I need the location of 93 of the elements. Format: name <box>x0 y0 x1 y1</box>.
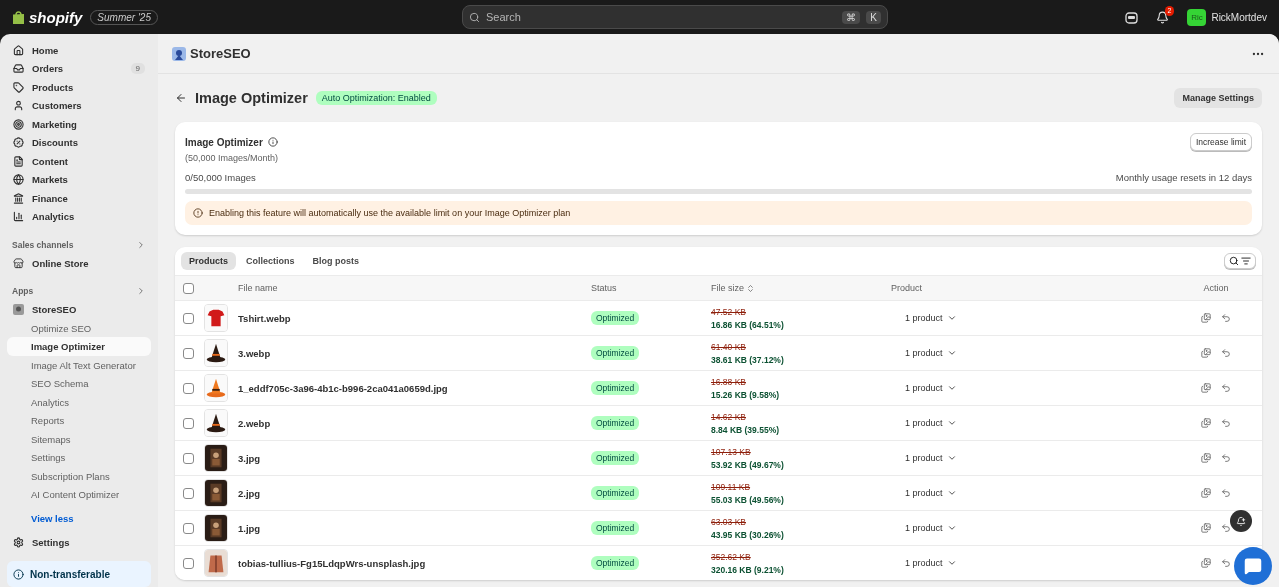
status-badge: Optimized <box>591 556 640 570</box>
status-badge: Optimized <box>591 311 640 325</box>
optimized-size: 16.86 KB (64.51%) <box>711 319 785 330</box>
nav-item[interactable]: Online Store <box>7 254 151 273</box>
original-size: 14.62 KB <box>711 411 747 422</box>
nav-item[interactable]: Discounts <box>7 133 151 153</box>
product-dropdown[interactable]: 1 product <box>899 452 963 464</box>
nav-sub-item[interactable]: AI Content Optimizer <box>7 485 151 504</box>
original-size: 61.40 KB <box>711 341 747 352</box>
tab[interactable]: Products <box>181 252 236 270</box>
nav-item[interactable]: Markets <box>7 170 151 190</box>
card-subtitle: (50,000 Images/Month) <box>185 153 280 163</box>
optimized-size: 43.95 KB (30.26%) <box>711 529 785 540</box>
shortcut-key: K <box>866 10 881 24</box>
file-name: Tshirt.webp <box>238 312 292 324</box>
nav-item[interactable]: Orders 9 <box>7 59 151 79</box>
nav-item[interactable]: Marketing <box>7 115 151 134</box>
column-header: Status <box>591 283 618 293</box>
nav-item[interactable]: Products <box>7 78 151 97</box>
section-title: Apps <box>12 286 34 297</box>
status-badge: Optimized <box>591 521 640 535</box>
nav-sub-item[interactable]: Reports <box>7 411 151 430</box>
nav-sub-item[interactable]: Analytics <box>7 392 151 412</box>
column-header: File name <box>238 283 279 293</box>
status-badge: Auto Optimization: Enabled <box>315 91 437 105</box>
optimized-size: 55.03 KB (49.56%) <box>711 494 785 505</box>
status-badge: Optimized <box>591 381 640 395</box>
nav-sub-item[interactable]: Image Alt Text Generator <box>7 355 151 375</box>
usage-count: 0/50,000 Images <box>185 172 256 183</box>
original-size: 63.03 KB <box>711 516 747 527</box>
file-name: 2.webp <box>238 417 272 429</box>
nav-item[interactable]: StoreSEO <box>7 300 151 319</box>
optimized-size: 320.16 KB (9.21%) <box>711 564 785 575</box>
page-title: Image Optimizer <box>195 90 308 106</box>
reset-note: Monthly usage resets in 12 days <box>1115 172 1252 183</box>
original-size: 109.11 KB <box>711 481 752 492</box>
nav-sub-item[interactable]: Sitemaps <box>7 429 151 449</box>
original-size: 16.88 KB <box>711 376 747 387</box>
nav-sub-item[interactable]: SEO Schema <box>7 374 151 393</box>
nav-item[interactable]: Settings <box>7 532 151 552</box>
nav-sub-item[interactable]: Settings <box>7 448 151 467</box>
nav-sub-item[interactable]: Optimize SEO <box>7 318 151 338</box>
avatar[interactable]: Ric <box>1187 8 1207 26</box>
manage-settings-button[interactable]: Manage Settings <box>1174 88 1262 108</box>
product-dropdown[interactable]: 1 product <box>899 312 963 324</box>
product-dropdown[interactable]: 1 product <box>899 417 963 429</box>
nav-item[interactable]: Analytics <box>7 207 151 227</box>
search-field[interactable]: Search ⌘ K <box>461 5 888 29</box>
optimized-size: 38.61 KB (37.12%) <box>711 354 785 365</box>
file-name: 3.jpg <box>238 452 262 464</box>
tab[interactable]: Blog posts <box>304 252 368 270</box>
file-name: 3.webp <box>238 347 272 359</box>
tab[interactable]: Collections <box>238 252 303 270</box>
status-badge: Optimized <box>591 416 640 430</box>
column-header: Action <box>1202 283 1230 293</box>
original-size: 107.13 KB <box>711 446 752 457</box>
app-title: StoreSEO <box>190 46 251 61</box>
product-dropdown[interactable]: 1 product <box>899 557 963 569</box>
optimized-size: 53.92 KB (49.67%) <box>711 459 785 470</box>
file-name: 1_eddf705c-3a96-4b1c-b996-2ca041a0659d.jpg <box>238 382 449 394</box>
column-header: Product <box>891 283 924 293</box>
file-name: tobias-tullius-Fg15LdqpWrs-unsplash.jpg <box>238 557 427 569</box>
product-dropdown[interactable]: 1 product <box>899 487 963 499</box>
shortcut-key: ⌘ <box>842 10 861 24</box>
section-title: Sales channels <box>12 240 74 251</box>
nav-sub-item[interactable]: Image Optimizer <box>7 337 151 356</box>
nav-item[interactable]: Content <box>7 152 151 171</box>
column-header[interactable]: File size <box>711 283 891 293</box>
view-less-link[interactable]: View less <box>7 510 151 528</box>
product-dropdown[interactable]: 1 product <box>899 382 963 394</box>
product-dropdown[interactable]: 1 product <box>899 347 963 359</box>
original-size: 352.62 KB <box>711 551 752 562</box>
nav-item[interactable]: Customers <box>7 96 151 116</box>
file-name: 2.jpg <box>238 487 262 499</box>
nav-item[interactable]: Home <box>7 41 151 60</box>
product-dropdown[interactable]: 1 product <box>899 522 963 534</box>
optimized-size: 8.84 KB (39.55%) <box>711 424 781 435</box>
increase-limit-button[interactable]: Increase limit <box>1189 133 1252 151</box>
original-size: 47.52 KB <box>711 306 747 317</box>
status-badge: Optimized <box>591 486 640 500</box>
file-name: 1.jpg <box>238 522 262 534</box>
nav-sub-item[interactable]: Subscription Plans <box>7 466 151 486</box>
card-title: Image Optimizer <box>185 136 263 148</box>
warning-text: Enabling this feature will automatically use the available limit on your Image Optimizer plan <box>209 208 571 218</box>
notice-banner[interactable]: Non-transferable <box>7 561 151 587</box>
notice-text: Non-transferable <box>30 568 110 580</box>
user-name[interactable]: RickMortdev <box>1211 11 1267 23</box>
order-count: 9 <box>130 63 145 75</box>
shopify-logo[interactable]: shopify <box>12 8 83 26</box>
status-badge: Optimized <box>591 451 640 465</box>
status-badge: Optimized <box>591 346 640 360</box>
nav-item[interactable]: Finance <box>7 189 151 208</box>
optimized-size: 15.26 KB (9.58%) <box>711 389 781 400</box>
